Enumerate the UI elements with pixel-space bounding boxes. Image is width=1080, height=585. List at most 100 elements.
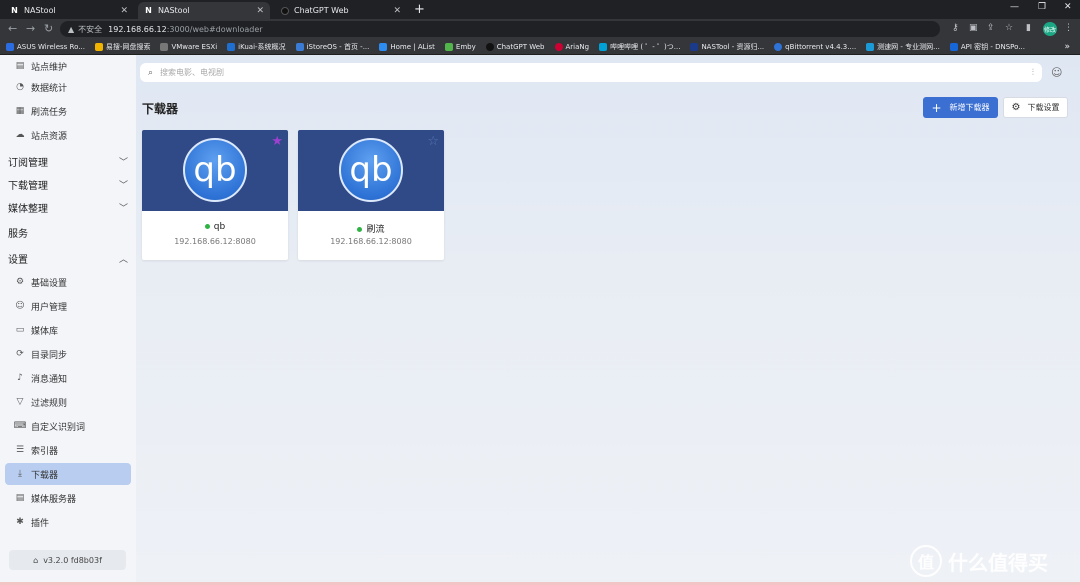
browser-tab-2[interactable]: N NAStool ✕ (138, 2, 270, 19)
url-path: :3000/web#downloader (166, 24, 263, 34)
github-icon: ⌂ (33, 555, 39, 565)
bookmarks-more-button[interactable]: » (1064, 42, 1070, 52)
browser-tab-3[interactable]: ChatGPT Web ✕ (275, 2, 407, 19)
sidebar-group-download[interactable]: 下载管理 ﹀ (8, 174, 130, 194)
sidebar-group-media[interactable]: 媒体整理 ﹀ (8, 197, 130, 217)
star-outline-icon[interactable]: ☆ (427, 134, 439, 149)
nastool-favicon-icon: N (11, 6, 18, 15)
share-icon[interactable]: ⇪ (987, 23, 995, 33)
sidebar-item-label: 用户管理 (31, 302, 68, 313)
bookmark-item[interactable]: API 密钥 - DNSPo... (949, 42, 1025, 52)
plugin-icon: ✱ (16, 517, 24, 527)
translate-icon[interactable]: ▣ (969, 23, 978, 33)
bookmark-item[interactable]: ASUS Wireless Ro... (6, 42, 85, 51)
search-input[interactable]: ⌕ 搜索电影、电视剧 ⫶ (140, 63, 1042, 82)
sidebar-item-user-manage[interactable]: ☺ 用户管理 (5, 295, 131, 317)
menu-icon[interactable]: ⋮ (1064, 23, 1073, 33)
new-tab-button[interactable]: + (414, 2, 425, 17)
browser-tab-1[interactable]: N NAStool ✕ (4, 2, 134, 19)
bookmark-item[interactable]: ChatGPT Web (485, 42, 545, 51)
star-filled-icon[interactable]: ★ (271, 134, 283, 149)
download-settings-button[interactable]: ⚙ 下载设置 (1003, 97, 1068, 118)
sidebar-item-label: 基础设置 (31, 278, 68, 289)
tab-title: ChatGPT Web (294, 6, 349, 15)
bookmark-item[interactable]: 测速网 - 专业测网... (866, 42, 940, 52)
sidebar-item-site-maintain[interactable]: ▤ 站点维护 (5, 55, 131, 77)
downloader-host: 192.168.66.12:8080 (174, 237, 256, 246)
sidebar-group-label: 服务 (8, 228, 28, 240)
bookmark-label: Emby (455, 42, 476, 51)
bookmark-item[interactable]: 哔哩哔哩 ( ゜- ゜)つ... (599, 42, 680, 52)
sidebar-item-label: 过滤规则 (31, 398, 68, 409)
sidebar-group-label: 设置 (8, 254, 28, 266)
asus-icon (6, 42, 14, 51)
forward-arrow-icon[interactable]: → (26, 22, 35, 36)
bilibili-icon (599, 42, 608, 51)
sidebar-item-label: 媒体服务器 (31, 494, 77, 505)
qbittorrent-logo: qb (183, 138, 247, 202)
bookmark-item[interactable]: AriaNg (554, 42, 589, 51)
maximize-icon[interactable]: ❐ (1038, 2, 1046, 12)
sidebar-item-custom-words[interactable]: ⌨ 自定义识别词 (5, 415, 131, 437)
close-icon[interactable]: ✕ (120, 6, 128, 16)
sidebar-item-dir-sync[interactable]: ⟳ 目录同步 (5, 343, 131, 365)
add-downloader-button[interactable]: + 新增下载器 (923, 97, 998, 118)
sidebar-item-site-resource[interactable]: ☁ 站点资源 (5, 124, 131, 146)
filter-sliders-icon[interactable]: ⫶ (1032, 68, 1034, 78)
reload-icon[interactable]: ↻ (44, 22, 53, 36)
downloader-card[interactable]: qb ★ qb 192.168.66.12:8080 (142, 130, 288, 260)
chatgpt-icon (485, 42, 494, 51)
sidebar-item-stats[interactable]: ◔ 数据统计 (5, 76, 131, 98)
sidebar-item-label: 索引器 (31, 446, 59, 457)
sidebar-item-plugin[interactable]: ✱ 插件 (5, 511, 131, 533)
back-arrow-icon[interactable]: ← (8, 22, 17, 36)
key-icon[interactable]: ⚷ (952, 23, 959, 33)
profile-avatar[interactable]: 修改 (1043, 22, 1057, 36)
window-close-icon[interactable]: ✕ (1064, 2, 1072, 12)
version-badge[interactable]: ⌂ v3.2.0 fd8b03f (9, 550, 126, 570)
bookmark-item[interactable]: iKuai-系统概况 (227, 42, 286, 52)
bookmark-label: 哔哩哔哩 ( ゜- ゜)つ... (610, 42, 681, 51)
address-bar[interactable]: ▲ 不安全 192.168.66.12 :3000/web#downloader (60, 21, 940, 37)
sidebar-item-basic-settings[interactable]: ⚙ 基础设置 (5, 271, 131, 293)
bookmark-item[interactable]: Emby (444, 42, 476, 51)
bookmark-label: qBittorrent v4.4.3.... (785, 42, 857, 51)
sidebar-item-label: 媒体库 (31, 326, 59, 337)
sidebar-item-brush-task[interactable]: ▦ 刷流任务 (5, 100, 131, 122)
card-header: qb ☆ (298, 130, 444, 211)
bookmark-item[interactable]: NASTool - 资源归... (690, 42, 764, 52)
sidebar-item-downloader[interactable]: ⤓ 下载器 (5, 463, 131, 485)
bookmark-item[interactable]: VMware ESXi (160, 42, 218, 51)
bookmark-item[interactable]: 易搜-网盘搜索 (94, 42, 150, 52)
sidebar-item-media-server[interactable]: ▤ 媒体服务器 (5, 487, 131, 509)
custom-words-icon: ⌨ (13, 421, 27, 431)
bookmark-item[interactable]: qBittorrent v4.4.3.... (774, 42, 857, 51)
search-icon: ⌕ (148, 67, 154, 78)
bookmark-star-icon[interactable]: ☆ (1005, 23, 1013, 33)
sidebar-item-label: 目录同步 (31, 350, 68, 361)
sidebar-group-service[interactable]: 服务 (8, 222, 130, 242)
sidepanel-icon[interactable]: ▮ (1026, 23, 1031, 33)
gear-icon: ⚙ (1011, 102, 1021, 113)
downloader-card[interactable]: qb ☆ 刷流 192.168.66.12:8080 (298, 130, 444, 260)
user-icon[interactable]: ☺ (1051, 66, 1062, 79)
sidebar-group-subscribe[interactable]: 订阅管理 ﹀ (8, 151, 130, 171)
search-placeholder: 搜索电影、电视剧 (160, 68, 225, 77)
alist-icon (379, 42, 388, 51)
downloader-icon: ⤓ (18, 469, 22, 479)
sidebar-item-notification[interactable]: ♪ 消息通知 (5, 367, 131, 389)
ikuai-icon (227, 42, 236, 51)
bookmark-item[interactable]: iStoreOS - 首页 -... (295, 42, 369, 52)
sidebar-item-filter-rule[interactable]: ▽ 过滤规则 (5, 391, 131, 413)
main-content: ⌕ 搜索电影、电视剧 ⫶ ☺ 下载器 + 新增下载器 ⚙ 下载设置 qb ★ q… (136, 55, 1080, 585)
bookmark-label: VMware ESXi (171, 42, 218, 51)
browser-title-bar: N NAStool ✕ N NAStool ✕ ChatGPT Web ✕ + … (0, 0, 1080, 19)
sidebar-group-settings[interactable]: 设置 ︿ (8, 248, 130, 268)
ariang-icon (554, 42, 563, 51)
minimize-icon[interactable]: — (1010, 2, 1019, 12)
sidebar-item-media-library[interactable]: ▭ 媒体库 (5, 319, 131, 341)
close-icon[interactable]: ✕ (256, 6, 264, 16)
bookmark-item[interactable]: Home | AList (379, 42, 435, 51)
close-icon[interactable]: ✕ (393, 6, 401, 16)
sidebar-item-indexer[interactable]: ☰ 索引器 (5, 439, 131, 461)
